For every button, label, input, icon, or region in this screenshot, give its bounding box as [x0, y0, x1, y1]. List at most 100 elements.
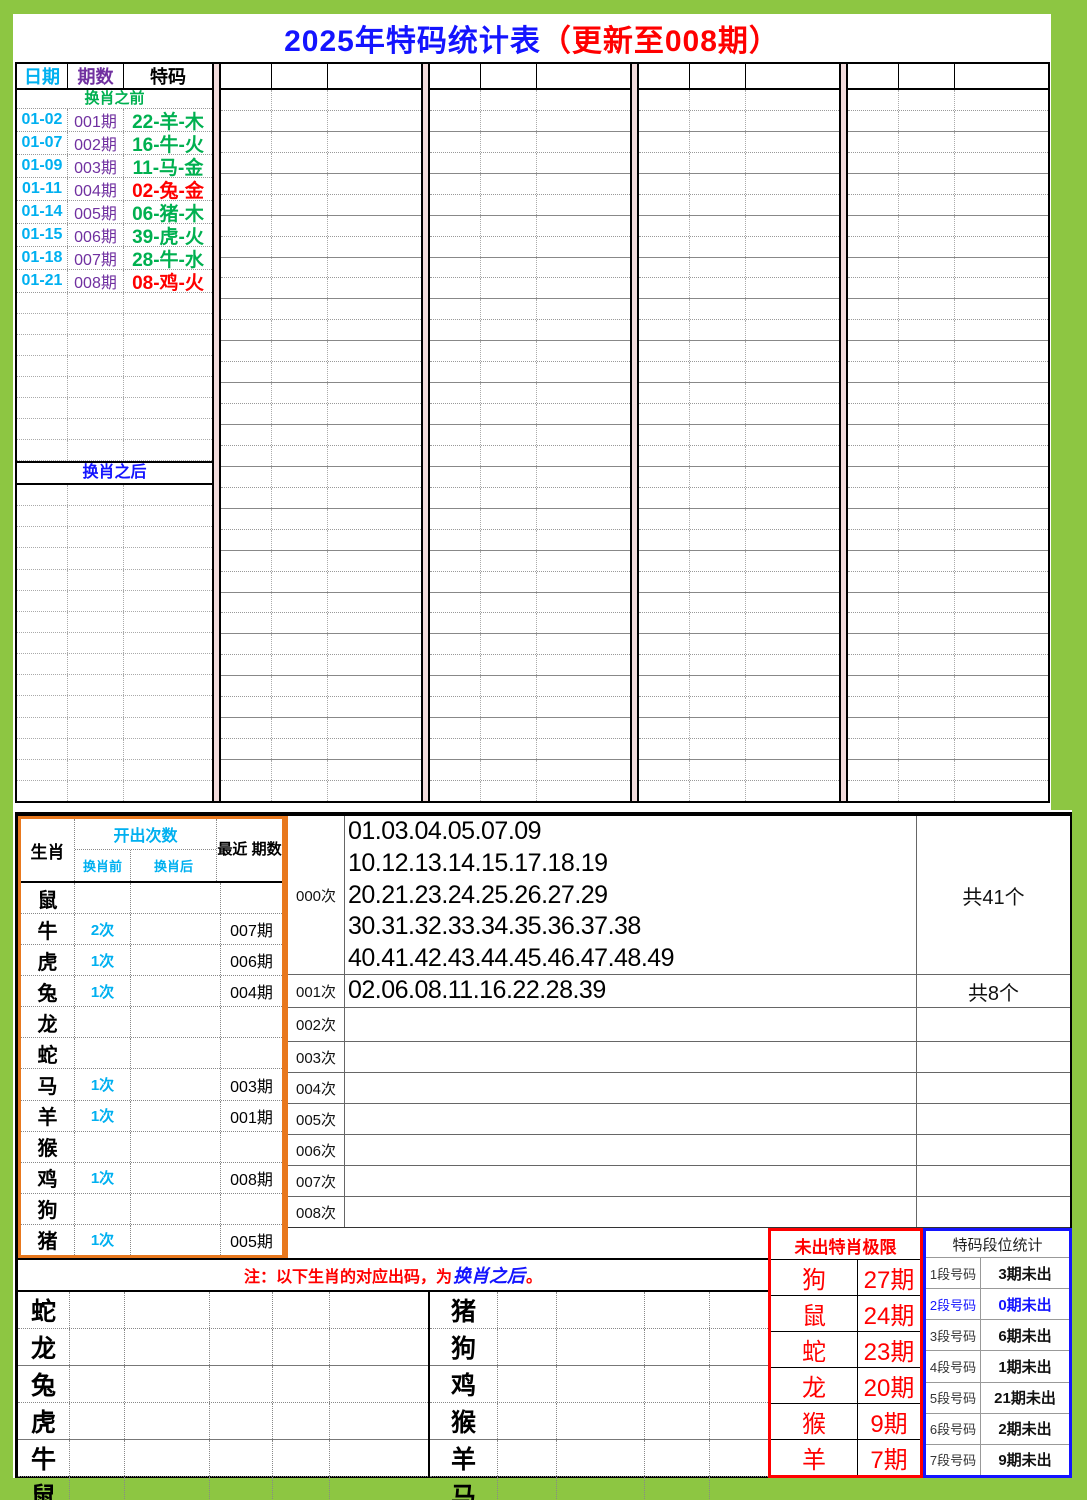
count-row-007: 007次	[288, 1166, 1070, 1197]
empty-rows-block	[17, 485, 212, 801]
times-before-value: 1次	[75, 1101, 131, 1131]
draw-date: 01-15	[17, 224, 68, 246]
empty-cell	[330, 1366, 428, 1402]
empty-row	[430, 572, 630, 593]
count-row-002: 002次	[288, 1008, 1070, 1042]
empty-row	[221, 90, 421, 111]
empty-cell	[125, 1292, 210, 1328]
empty-row	[639, 509, 839, 530]
empty-row	[221, 216, 421, 237]
note-prefix: 注：以下生肖的对应出码，为	[244, 1263, 452, 1287]
empty-row	[221, 655, 421, 676]
empty-row	[848, 299, 1048, 320]
empty-row	[17, 419, 212, 440]
empty-row	[430, 760, 630, 781]
page-title: 2025年特码统计表（更新至008期）	[13, 14, 1051, 62]
empty-row	[17, 612, 212, 633]
overdue-periods: 20期	[858, 1368, 920, 1403]
empty-period-group	[421, 64, 630, 801]
empty-row	[639, 237, 839, 258]
recent-period-value: 004期	[221, 976, 282, 1006]
count-total: 共8个	[916, 975, 1070, 1007]
empty-row	[848, 739, 1048, 760]
overdue-zodiac: 龙	[771, 1368, 858, 1403]
empty-row	[17, 718, 212, 739]
top-table: 日期 期数 特码 换肖之前 01-02 001期 22-羊-木 01-07 00…	[15, 62, 1050, 803]
empty-cell	[645, 1477, 710, 1500]
times-before-value: 1次	[75, 1069, 131, 1099]
empty-cell	[710, 1403, 768, 1439]
bottom-zodiac-left: 蛇 龙 兔 虎 牛	[18, 1290, 430, 1478]
empty-row	[430, 278, 630, 299]
recent-period-value	[221, 1132, 282, 1162]
empty-row	[221, 509, 421, 530]
zodiac-stats-row: 羊 1次 001期	[21, 1101, 282, 1132]
empty-row	[848, 655, 1048, 676]
empty-row	[221, 299, 421, 320]
section-after-label: 换肖之后	[17, 461, 212, 485]
empty-cell	[710, 1440, 768, 1476]
draw-period: 001期	[68, 109, 124, 131]
zodiac-name: 猴	[430, 1403, 498, 1439]
empty-group-body	[848, 90, 1048, 801]
col-header-period: 期数	[68, 64, 124, 88]
empty-cell	[125, 1366, 210, 1402]
empty-row	[17, 654, 212, 675]
empty-row	[221, 634, 421, 655]
empty-row	[639, 446, 839, 467]
draw-date: 01-07	[17, 132, 68, 154]
empty-row	[430, 195, 630, 216]
empty-row	[430, 739, 630, 760]
zodiac-name: 猴	[21, 1132, 75, 1162]
empty-row	[639, 551, 839, 572]
overdue-zodiac: 蛇	[771, 1332, 858, 1367]
empty-group-header	[221, 64, 421, 90]
zodiac-name: 鼠	[21, 883, 75, 913]
empty-row	[430, 174, 630, 195]
count-row-008: 008次	[288, 1197, 1070, 1228]
zodiac-name: 虎	[18, 1403, 70, 1439]
period-group-1: 日期 期数 特码 换肖之前 01-02 001期 22-羊-木 01-07 00…	[17, 64, 212, 801]
empty-cell	[710, 1366, 768, 1402]
empty-row	[848, 111, 1048, 132]
bottom-zodiac-row: 虎	[18, 1403, 428, 1440]
draw-date: 01-21	[17, 270, 68, 292]
empty-row	[221, 676, 421, 697]
note: 注：以下生肖的对应出码，为换肖之后。	[18, 1258, 768, 1290]
count-row-004: 004次	[288, 1073, 1070, 1104]
empty-cell	[330, 1477, 428, 1500]
empty-row	[430, 425, 630, 446]
times-before-value	[75, 1194, 131, 1224]
recent-period-value	[221, 1038, 282, 1068]
draw-period: 002期	[68, 132, 124, 154]
draw-date: 01-14	[17, 201, 68, 223]
empty-row	[221, 572, 421, 593]
empty-row	[17, 633, 212, 654]
empty-cell	[498, 1440, 557, 1476]
zodiac-stats-row: 猴	[21, 1132, 282, 1163]
empty-cell	[273, 1366, 330, 1402]
zodiac-stats-table: 生肖 开出次数 换肖前 换肖后 最近 期数 鼠 牛 2次 007期	[18, 816, 285, 1258]
recent-period-value: 003期	[221, 1069, 282, 1099]
empty-row	[848, 718, 1048, 739]
empty-row	[848, 425, 1048, 446]
draw-date: 01-18	[17, 247, 68, 269]
empty-row	[17, 314, 212, 335]
empty-cell	[557, 1477, 645, 1500]
header-times: 开出次数	[75, 819, 216, 850]
times-before-value: 1次	[75, 1225, 131, 1255]
empty-row	[17, 377, 212, 398]
draw-period: 004期	[68, 178, 124, 200]
zodiac-stats-row: 鼠	[21, 883, 282, 914]
segment-value: 3期未出	[981, 1258, 1069, 1288]
empty-cell	[125, 1440, 210, 1476]
zodiac-stats-header: 生肖 开出次数 换肖前 换肖后 最近 期数	[21, 819, 282, 883]
segment-label: 6段号码	[926, 1414, 981, 1444]
draw-date: 01-11	[17, 178, 68, 200]
empty-cell	[273, 1440, 330, 1476]
empty-row	[639, 613, 839, 634]
empty-row	[430, 153, 630, 174]
header-after-change: 换肖后	[131, 850, 216, 881]
zodiac-stats-row: 虎 1次 006期	[21, 945, 282, 976]
draw-rows: 01-02 001期 22-羊-木 01-07 002期 16-牛-火 01-0…	[17, 109, 212, 293]
